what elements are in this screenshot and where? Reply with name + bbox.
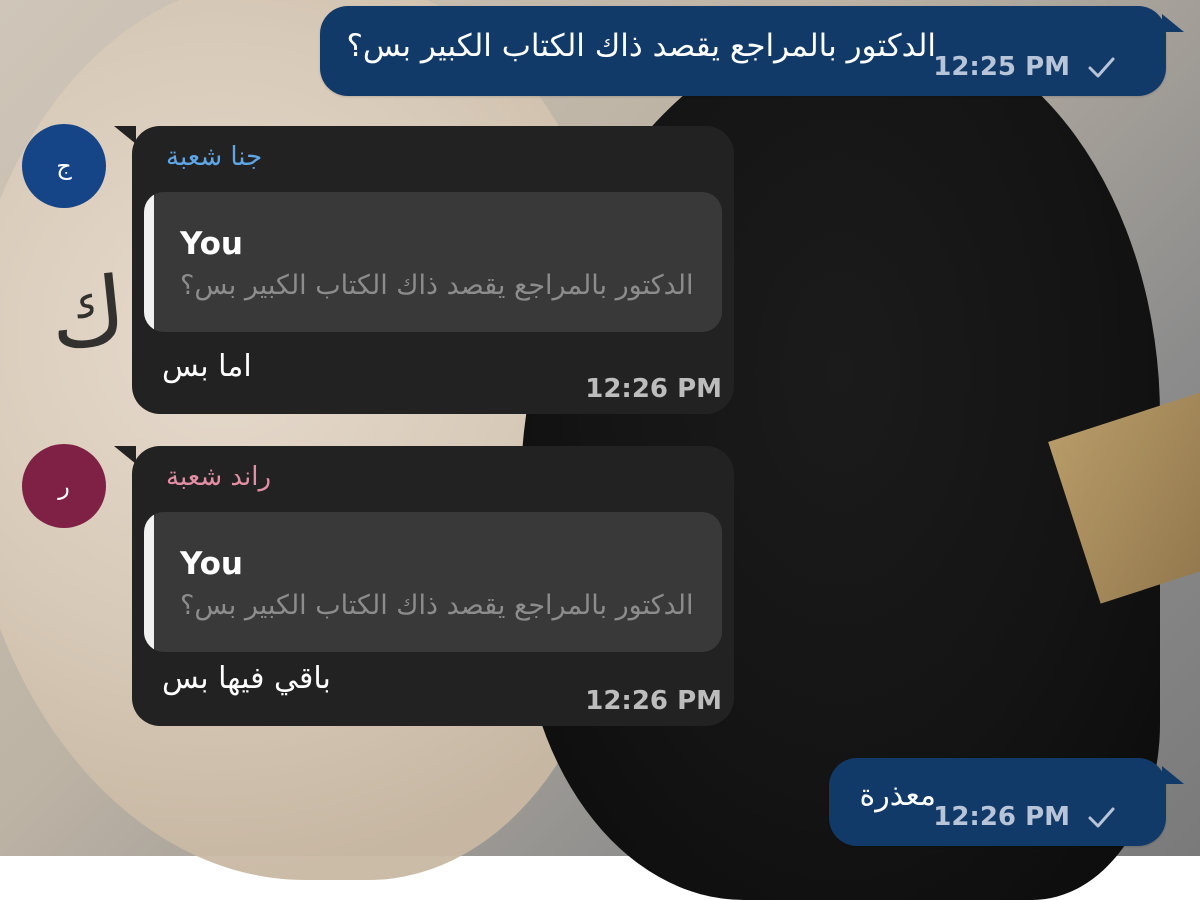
sender-name: راند شعبة [166, 462, 272, 492]
message-tail [1162, 766, 1184, 784]
avatar-initial: ر [58, 472, 70, 500]
checkmark-icon [1086, 802, 1116, 832]
reply-preview-text: الدكتور بالمراجع يقصد ذاك الكتاب الكبير … [180, 590, 694, 621]
incoming-message-bubble[interactable]: جنا شعبة You الدكتور بالمراجع يقصد ذاك ا… [114, 126, 734, 414]
reply-accent-bar [144, 512, 154, 652]
reply-author: You [180, 546, 243, 582]
sender-avatar[interactable]: ج [22, 124, 106, 208]
sender-name: جنا شعبة [166, 142, 263, 172]
message-text: معذرة [859, 778, 937, 813]
message-tail [114, 126, 136, 144]
message-tail [1162, 14, 1184, 32]
reply-preview[interactable]: You الدكتور بالمراجع يقصد ذاك الكتاب الك… [144, 512, 722, 652]
reply-preview-text: الدكتور بالمراجع يقصد ذاك الكتاب الكبير … [180, 270, 694, 301]
message-tail [114, 446, 136, 464]
message-time: 12:25 PM [933, 52, 1070, 82]
message-text: الدكتور بالمراجع يقصد ذاك الكتاب الكبير … [346, 28, 936, 64]
checkmark-icon [1086, 52, 1116, 82]
reply-preview[interactable]: You الدكتور بالمراجع يقصد ذاك الكتاب الك… [144, 192, 722, 332]
outgoing-message-bubble[interactable]: معذرة 12:26 PM [829, 758, 1184, 846]
message-time: 12:26 PM [933, 802, 1070, 832]
message-meta: 12:25 PM [933, 52, 1116, 82]
wallpaper-calligraphy: ك [44, 256, 132, 371]
incoming-message-bubble[interactable]: راند شعبة You الدكتور بالمراجع يقصد ذاك … [114, 446, 734, 726]
message-meta: 12:26 PM [933, 802, 1116, 832]
message-text: باقي فيها بس [162, 661, 331, 696]
reply-accent-bar [144, 192, 154, 332]
avatar-initial: ج [56, 152, 72, 180]
message-time: 12:26 PM [585, 686, 722, 716]
message-time: 12:26 PM [585, 374, 722, 404]
sender-avatar[interactable]: ر [22, 444, 106, 528]
reply-author: You [180, 226, 243, 262]
message-text: اما بس [162, 349, 252, 384]
outgoing-message-bubble[interactable]: الدكتور بالمراجع يقصد ذاك الكتاب الكبير … [320, 6, 1184, 96]
